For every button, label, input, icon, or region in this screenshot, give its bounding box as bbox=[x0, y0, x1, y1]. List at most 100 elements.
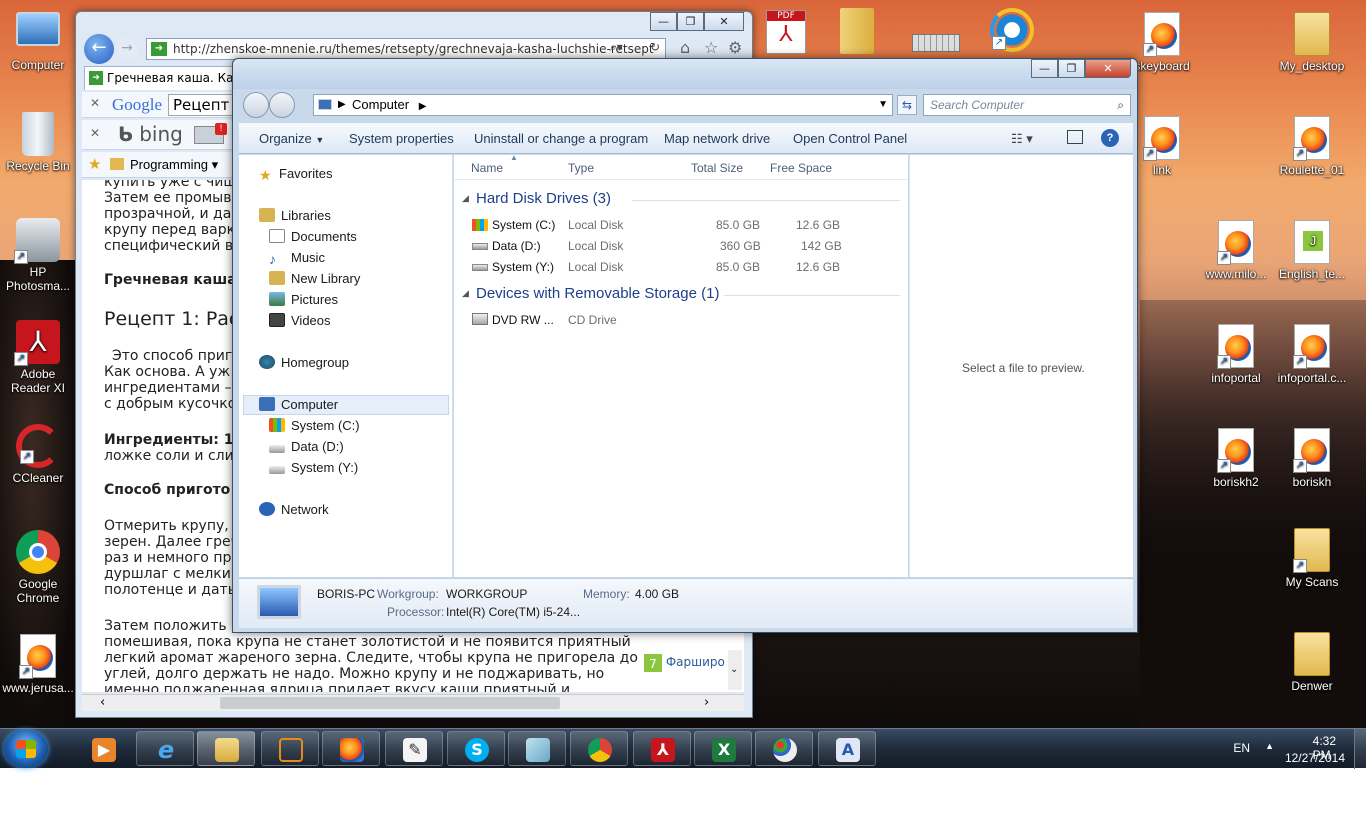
view-options-icon[interactable]: ☷ ▾ bbox=[1011, 131, 1033, 147]
search-icon[interactable]: ⌕▾ bbox=[610, 40, 623, 55]
language-indicator[interactable]: EN bbox=[1233, 741, 1250, 755]
vertical-scrollbar[interactable]: ⌄ bbox=[728, 650, 742, 690]
desktop-icon-google-chrome[interactable]: Google Chrome bbox=[0, 530, 76, 605]
keyboard-icon[interactable] bbox=[912, 34, 960, 52]
show-desktop-button[interactable] bbox=[1354, 729, 1366, 769]
taskbar-wordpad[interactable]: A bbox=[818, 731, 876, 766]
drive-row-d[interactable]: Data (D:) Local Disk 360 GB 142 GB bbox=[454, 236, 908, 256]
pdf-file-icon[interactable]: PDF ⅄ bbox=[766, 10, 806, 54]
column-header-name[interactable]: Name bbox=[471, 161, 503, 175]
taskbar-skype[interactable]: S bbox=[447, 731, 505, 766]
maximize-button[interactable]: ❐ bbox=[1058, 59, 1085, 78]
back-arrow-icon[interactable]: ← bbox=[84, 34, 114, 64]
collapse-group-icon[interactable]: ◢ bbox=[462, 193, 469, 204]
taskbar-notepad[interactable]: ✎ bbox=[385, 731, 443, 766]
nav-documents[interactable]: Documents bbox=[269, 228, 357, 246]
horizontal-scrollbar[interactable]: ‹ › bbox=[82, 694, 744, 711]
refresh-icon[interactable]: ↻ bbox=[650, 40, 660, 54]
nav-videos[interactable]: Videos bbox=[269, 312, 331, 330]
close-toolbar-icon[interactable]: ✕ bbox=[90, 126, 100, 140]
favorites-star-icon[interactable]: ☆ bbox=[704, 38, 718, 57]
favorites-star-icon[interactable]: ★ bbox=[88, 155, 101, 173]
taskbar-app-4[interactable] bbox=[261, 731, 319, 766]
desktop-icon-adobe-reader[interactable]: ⅄ ↗ Adobe Reader XI bbox=[0, 320, 76, 395]
favorites-folder-programming[interactable]: Programming ▾ bbox=[130, 157, 218, 173]
path-input[interactable]: ▶ Computer ▶ ▼ bbox=[313, 94, 893, 116]
nav-network[interactable]: Network bbox=[259, 501, 329, 519]
map-network-drive-button[interactable]: Map network drive bbox=[664, 131, 770, 146]
refresh-icon[interactable]: ⇆ bbox=[897, 95, 917, 115]
notification-icon[interactable]: ! bbox=[194, 123, 227, 144]
desktop-icon-my-scans[interactable]: ↗ My Scans bbox=[1274, 528, 1350, 589]
help-icon[interactable]: ? bbox=[1101, 129, 1119, 147]
forward-arrow-icon[interactable]: → bbox=[116, 38, 138, 60]
taskbar-firefox[interactable] bbox=[322, 731, 380, 766]
show-hidden-icons[interactable]: ▲ bbox=[1265, 741, 1274, 751]
close-button[interactable]: ✕ bbox=[1085, 59, 1131, 78]
nav-music[interactable]: ♪ Music bbox=[269, 249, 325, 267]
desktop-icon-recycle-bin[interactable]: Recycle Bin bbox=[0, 112, 76, 173]
drive-row-y[interactable]: System (Y:) Local Disk 85.0 GB 12.6 GB bbox=[454, 257, 908, 277]
path-dropdown-icon[interactable]: ▼ bbox=[878, 95, 888, 115]
home-icon[interactable]: ⌂ bbox=[680, 38, 690, 57]
collapse-group-icon[interactable]: ◢ bbox=[462, 288, 469, 299]
gear-icon[interactable]: ⚙ bbox=[728, 38, 742, 57]
nav-system-y[interactable]: System (Y:) bbox=[269, 459, 358, 477]
explorer-title-bar[interactable]: — ❐ ✕ bbox=[233, 59, 1137, 89]
nav-data-d[interactable]: Data (D:) bbox=[269, 438, 344, 456]
nav-system-c[interactable]: System (C:) bbox=[269, 417, 360, 435]
column-header-type[interactable]: Type bbox=[568, 161, 594, 175]
folder-icon[interactable] bbox=[840, 8, 874, 54]
nav-pictures[interactable]: Pictures bbox=[269, 291, 338, 309]
organize-button[interactable]: Organize ▼ bbox=[259, 131, 324, 146]
nav-new-library[interactable]: New Library bbox=[269, 270, 360, 288]
search-input[interactable]: Search Computer ⌕ bbox=[923, 94, 1131, 116]
forward-arrow-icon[interactable] bbox=[269, 92, 295, 118]
taskbar-app-8[interactable] bbox=[508, 731, 566, 766]
desktop-icon-hp-photosmart[interactable]: ↗ HP Photosma... bbox=[0, 218, 76, 293]
desktop-icon-jerusalem[interactable]: ↗ www.jerusa... bbox=[0, 634, 76, 695]
nav-favorites[interactable]: ★ Favorites bbox=[259, 165, 332, 183]
back-arrow-icon[interactable] bbox=[243, 92, 269, 118]
internet-explorer-icon[interactable]: ↗ bbox=[990, 8, 1034, 52]
taskbar-adobe-reader[interactable]: ⅄ bbox=[633, 731, 691, 766]
clock-date[interactable]: 12/27/2014 bbox=[1285, 751, 1345, 765]
uninstall-program-button[interactable]: Uninstall or change a program bbox=[474, 131, 648, 146]
taskbar-internet-explorer[interactable]: e bbox=[136, 731, 194, 766]
group-hard-disk-drives[interactable]: Hard Disk Drives (3) bbox=[476, 190, 611, 207]
sidebar-link[interactable]: 7 Фарширо bbox=[644, 652, 734, 674]
minimize-button[interactable]: — bbox=[1031, 59, 1058, 78]
drive-row-c[interactable]: System (C:) Local Disk 85.0 GB 12.6 GB bbox=[454, 215, 908, 235]
search-icon[interactable]: ⌕ bbox=[1117, 95, 1124, 115]
desktop-icon-english-te[interactable]: J English_te... bbox=[1274, 220, 1350, 281]
desktop-icon-denwer[interactable]: Denwer bbox=[1274, 632, 1350, 693]
path-computer[interactable]: Computer bbox=[352, 97, 409, 112]
desktop-icon-roulette[interactable]: ↗ Roulette_01 bbox=[1274, 116, 1350, 177]
taskbar-chrome[interactable] bbox=[570, 731, 628, 766]
desktop-icon-computer[interactable]: Computer bbox=[0, 12, 76, 72]
desktop-icon-boriskh2[interactable]: ↗ boriskh2 bbox=[1198, 428, 1274, 489]
desktop-icon-ccleaner[interactable]: ↗ CCleaner bbox=[0, 424, 76, 485]
preview-pane-icon[interactable] bbox=[1067, 130, 1083, 144]
system-properties-button[interactable]: System properties bbox=[349, 131, 454, 146]
start-button[interactable] bbox=[4, 730, 48, 768]
scroll-right-icon[interactable]: › bbox=[704, 695, 709, 710]
scroll-thumb[interactable] bbox=[220, 697, 560, 709]
open-control-panel-button[interactable]: Open Control Panel bbox=[793, 131, 907, 146]
taskbar-excel[interactable]: X bbox=[694, 731, 752, 766]
nav-homegroup[interactable]: Homegroup bbox=[259, 354, 349, 372]
taskbar-media-player[interactable]: ▶ bbox=[74, 731, 132, 766]
minimize-button[interactable]: — bbox=[650, 12, 677, 31]
chevron-right-icon[interactable]: ▶ bbox=[419, 101, 427, 112]
desktop-icon-boriskh[interactable]: ↗ boriskh bbox=[1274, 428, 1350, 489]
desktop-icon-my-desktop[interactable]: My_desktop bbox=[1274, 12, 1350, 73]
scroll-left-icon[interactable]: ‹ bbox=[100, 695, 105, 710]
explorer-window[interactable]: — ❐ ✕ ▶ Computer ▶ ▼ ⇆ Search Computer ⌕… bbox=[232, 58, 1138, 633]
desktop-icon-www-milo[interactable]: ↗ www.milo... bbox=[1198, 220, 1274, 281]
desktop-icon-infoportal[interactable]: ↗ infoportal bbox=[1198, 324, 1274, 385]
taskbar-explorer[interactable] bbox=[197, 731, 255, 766]
dvd-drive-row[interactable]: DVD RW ... CD Drive bbox=[454, 310, 908, 330]
url-input[interactable]: ➜ http://zhenskoe-mnenie.ru/themes/retse… bbox=[146, 38, 666, 60]
desktop-icon-infoportal-c[interactable]: ↗ infoportal.c... bbox=[1274, 324, 1350, 385]
group-removable-storage[interactable]: Devices with Removable Storage (1) bbox=[476, 285, 719, 302]
